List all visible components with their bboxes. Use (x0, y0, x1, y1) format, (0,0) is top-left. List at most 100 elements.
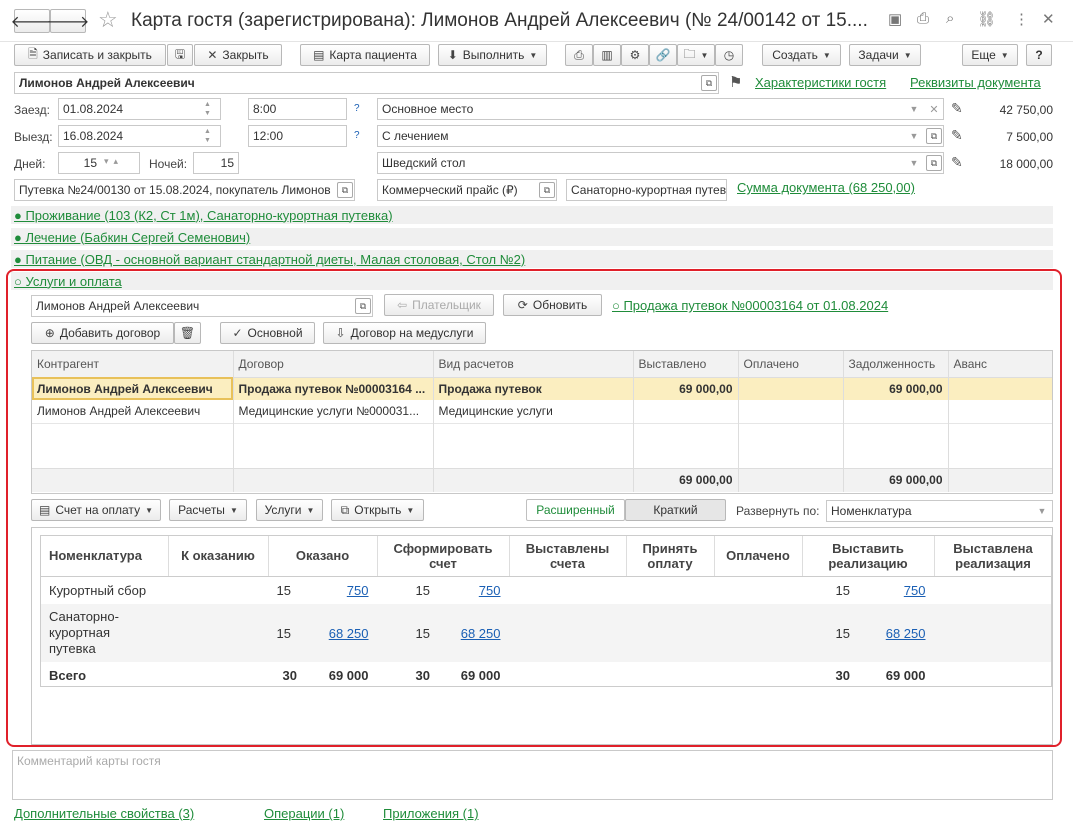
departure-time-field[interactable]: 12:00 (248, 125, 347, 147)
attachments-link[interactable]: Приложения (1) (383, 806, 479, 821)
execute-button[interactable]: ⬇ Выполнить ▼ (438, 44, 547, 66)
link-icon[interactable]: ⛓ (977, 10, 996, 28)
treatment-select[interactable]: С лечением (377, 125, 944, 147)
voucher-field[interactable]: Путевка №24/00130 от 15.08.2024, покупат… (14, 179, 355, 201)
help-button[interactable]: ? (1026, 44, 1052, 66)
close-button[interactable]: ✕ Закрыть (194, 44, 282, 66)
departure-date-spinner-icon[interactable]: ▲ ▼ (204, 127, 211, 145)
nights-field[interactable]: 15 (193, 152, 239, 174)
days-stepper-icon[interactable]: ▾ ▴ (104, 156, 118, 167)
voucher-open-icon[interactable]: ⧉ (337, 182, 353, 198)
col-contract[interactable]: Договор (233, 351, 434, 378)
place-edit-icon[interactable]: ✎ (951, 100, 963, 117)
food-open-icon[interactable]: ⧉ (926, 155, 942, 171)
payer-field[interactable]: Лимонов Андрей Алексеевич (31, 295, 373, 317)
favorite-star-icon[interactable]: ☆ (98, 7, 118, 33)
close-icon[interactable]: ✕ (1042, 10, 1055, 28)
back-button[interactable]: 🡐 (11, 9, 53, 33)
group-food[interactable]: ● Питание (ОВД - основной вариант станда… (11, 250, 1053, 268)
voucher-type-field[interactable]: Санаторно-курортная путев (566, 179, 727, 201)
payer-button[interactable]: ⇦ Плательщик (384, 294, 494, 316)
invoice-button[interactable]: ▤ Счет на оплату ▼ (31, 499, 161, 521)
link-button[interactable]: 🔗 (649, 44, 677, 66)
guest-name-field[interactable]: Лимонов Андрей Алексеевич (14, 72, 719, 94)
delete-contract-button[interactable]: 🗑 (174, 322, 201, 344)
group-treatment[interactable]: ● Лечение (Бабкин Сергей Семенович) (11, 228, 1053, 246)
main-contract-button[interactable]: ✓ Основной (220, 322, 315, 344)
departure-hint-icon[interactable]: ? (354, 130, 360, 141)
place-dropdown-icon[interactable]: ▼ (906, 99, 922, 119)
total-cell (738, 467, 844, 492)
col-counterparty[interactable]: Контрагент (32, 351, 234, 378)
create-button[interactable]: Создать ▼ (762, 44, 841, 66)
payer-open-icon[interactable]: ⧉ (355, 298, 371, 314)
arrival-hint-icon[interactable]: ? (354, 103, 360, 114)
food-select[interactable]: Шведский стол (377, 152, 944, 174)
document-sum-link[interactable]: Сумма документа (68 250,00) (737, 180, 915, 195)
brief-view-toggle[interactable]: Краткий (625, 499, 726, 521)
days-field[interactable]: 15 (58, 152, 140, 174)
extended-view-toggle[interactable]: Расширенный (526, 499, 625, 521)
expand-by-select[interactable]: Номенклатура (826, 500, 1053, 522)
table-row[interactable]: Лимонов Андрей Алексеевич Продажа путево… (32, 377, 1052, 400)
arrival-date-spinner-icon[interactable]: ▲ ▼ (204, 100, 211, 118)
open-guest-icon[interactable]: ⧉ (701, 75, 717, 91)
refresh-button[interactable]: ⟳ Обновить (503, 294, 602, 316)
more-button[interactable]: Еще ▼ (962, 44, 1018, 66)
structure-button[interactable]: ⚙ (621, 44, 649, 66)
col-paid[interactable]: Оплачено (738, 351, 844, 378)
comment-field[interactable]: Комментарий карты гостя (12, 750, 1053, 800)
col-invoiced[interactable]: Выставлено (633, 351, 739, 378)
document-requisites-link[interactable]: Реквизиты документа (910, 75, 1041, 90)
treatment-dropdown-icon[interactable]: ▼ (906, 126, 922, 146)
print-button[interactable]: ⎙ (565, 44, 593, 66)
group-living[interactable]: ● Проживание (103 (К2, Ст 1м), Санаторно… (11, 206, 1053, 224)
save-button[interactable]: 🖫 (167, 44, 193, 66)
flag-icon[interactable]: ⚑ (729, 73, 742, 91)
search-icon[interactable]: ⌕ (946, 10, 954, 27)
menu-dots-icon[interactable]: ⋮ (1014, 10, 1029, 28)
col-payment-type[interactable]: Вид расчетов (433, 351, 634, 378)
open-button[interactable]: ⧉ Открыть ▼ (331, 499, 424, 521)
treatment-open-icon[interactable]: ⧉ (926, 128, 942, 144)
food-dropdown-icon[interactable]: ▼ (906, 153, 922, 173)
provided-sum-link[interactable]: 68 250 (329, 626, 369, 641)
empty-cell (633, 422, 739, 468)
add-contract-button[interactable]: ⊕ Добавить договор (31, 322, 174, 344)
place-select[interactable]: Основное место (377, 98, 944, 120)
med-contract-button[interactable]: ⇩ Договор на медуслуги (323, 322, 486, 344)
provided-sum-link[interactable]: 750 (347, 583, 369, 598)
total-cell (32, 467, 234, 492)
save-close-button[interactable]: 🗎 Записать и закрыть (14, 44, 166, 66)
real-sum-link[interactable]: 68 250 (886, 626, 926, 641)
guest-characteristics-link[interactable]: Характеристики гостя (755, 75, 886, 90)
save-icon[interactable]: ▣ (888, 10, 902, 28)
price-list-field[interactable]: Коммерческий прайс (₽) (377, 179, 557, 201)
tasks-button[interactable]: Задачи ▼ (849, 44, 921, 66)
departure-date-field[interactable]: 16.08.2024 (58, 125, 221, 147)
expand-dropdown-icon[interactable]: ▼ (1034, 501, 1050, 521)
real-sum-link[interactable]: 750 (904, 583, 926, 598)
table-row[interactable]: Лимонов Андрей Алексеевич Медицинские ус… (32, 400, 1052, 423)
extra-properties-link[interactable]: Дополнительные свойства (3) (14, 806, 194, 821)
place-clear-icon[interactable]: ✕ (926, 99, 942, 119)
form-sum-link[interactable]: 750 (479, 583, 501, 598)
form-sum-link[interactable]: 68 250 (461, 626, 501, 641)
arrival-time-field[interactable]: 8:00 (248, 98, 347, 120)
price-list-open-icon[interactable]: ⧉ (539, 182, 555, 198)
report-button[interactable]: ▥ (593, 44, 621, 66)
food-edit-icon[interactable]: ✎ (951, 154, 963, 171)
sale-document-link[interactable]: ○ Продажа путевок №00003164 от 01.08.202… (612, 298, 888, 313)
patient-card-button[interactable]: ▤ Карта пациента (300, 44, 430, 66)
print-icon[interactable]: ⎙ (917, 10, 929, 27)
operations-link[interactable]: Операции (1) (264, 806, 344, 821)
forward-button[interactable]: 🡒 (47, 9, 89, 33)
services-button[interactable]: Услуги ▼ (256, 499, 323, 521)
col-advance[interactable]: Аванс (948, 351, 1052, 378)
history-button[interactable]: ◷ (715, 44, 743, 66)
arrival-date-field[interactable]: 01.08.2024 (58, 98, 221, 120)
attach-button[interactable]: 🗀 ▼ (677, 44, 715, 66)
calculations-button[interactable]: Расчеты ▼ (169, 499, 247, 521)
col-debt[interactable]: Задолженность (843, 351, 949, 378)
treatment-edit-icon[interactable]: ✎ (951, 127, 963, 144)
